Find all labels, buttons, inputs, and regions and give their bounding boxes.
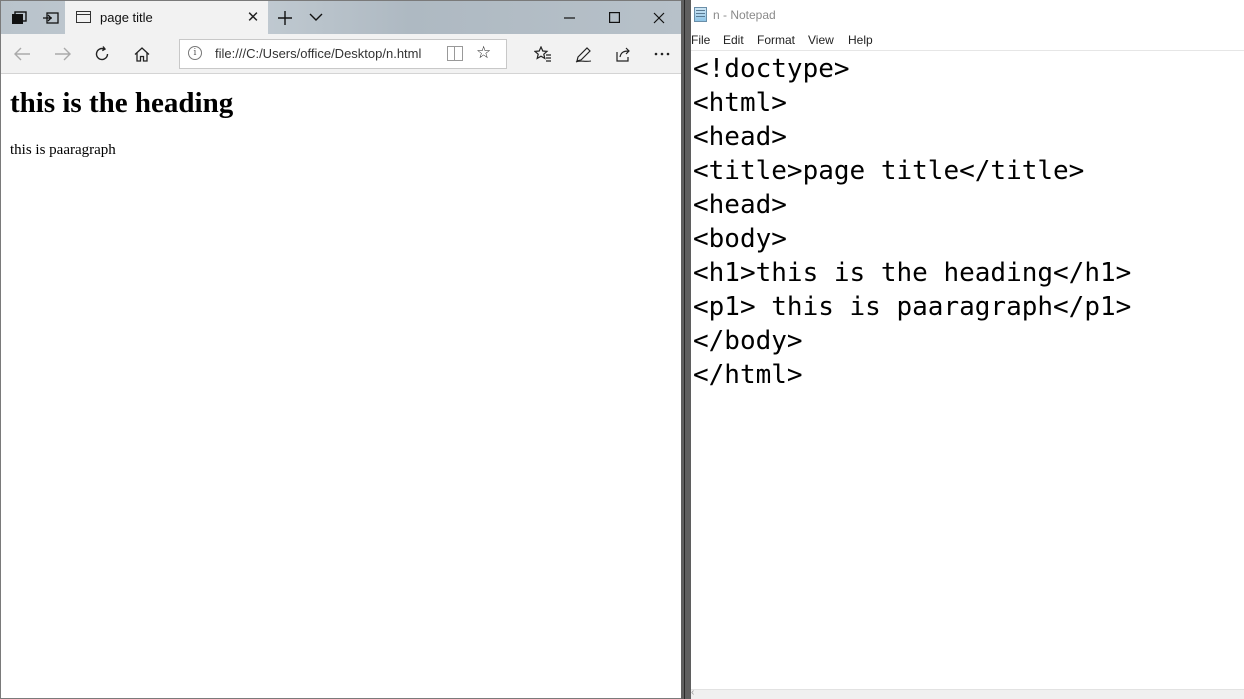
page-viewport: this is the heading this is paaragraph (1, 75, 681, 698)
page-paragraph: this is paaragraph (10, 142, 116, 158)
address-url[interactable]: file:///C:/Users/office/Desktop/n.html (215, 46, 421, 61)
editor-line: <h1>this is the heading</h1> (693, 258, 1132, 288)
tab-page-title[interactable]: page title ✕ (65, 1, 268, 34)
notepad-editor[interactable]: <!doctype> <html> <head> <title>page tit… (691, 52, 1244, 689)
home-icon[interactable] (126, 39, 158, 69)
star-icon[interactable]: ☆ (476, 43, 491, 63)
horizontal-scrollbar[interactable]: ‹ (691, 687, 1244, 699)
editor-line: <title>page title</title> (693, 156, 1085, 186)
menu-format[interactable]: Format (757, 31, 795, 47)
browser-window: page title ✕ i file:///C:/Users/office/D… (0, 0, 681, 699)
editor-line: </body> (693, 326, 803, 356)
editor-line: <head> (693, 122, 787, 152)
notepad-title-bar: n - Notepad (691, 0, 1244, 31)
menu-file[interactable]: File (691, 31, 710, 47)
notepad-menu-bar: File Edit Format View Help (691, 31, 1244, 51)
arrow-left-icon[interactable] (6, 39, 38, 69)
notepad-title: n - Notepad (713, 8, 776, 22)
notepad-icon (694, 7, 707, 22)
editor-line: <body> (693, 224, 787, 254)
address-bar[interactable]: i file:///C:/Users/office/Desktop/n.html… (179, 39, 507, 69)
editor-line: <!doctype> (693, 54, 850, 84)
notepad-window: n - Notepad File Edit Format View Help <… (691, 0, 1244, 699)
refresh-icon[interactable] (86, 39, 118, 69)
close-window-icon[interactable] (636, 1, 681, 34)
editor-line: <head> (693, 190, 787, 220)
tab-title: page title (100, 10, 153, 25)
navigation-bar: i file:///C:/Users/office/Desktop/n.html… (1, 34, 681, 74)
menu-view[interactable]: View (808, 31, 834, 47)
page-icon (76, 11, 91, 23)
close-icon[interactable]: ✕ (243, 7, 263, 27)
menu-edit[interactable]: Edit (723, 31, 744, 47)
editor-line: <p1> this is paaragraph</p1> (693, 292, 1132, 322)
book-icon[interactable] (447, 46, 463, 61)
more-icon[interactable] (646, 39, 678, 69)
share-icon[interactable] (606, 39, 638, 69)
menu-help[interactable]: Help (848, 31, 873, 47)
maximize-icon[interactable] (591, 1, 637, 34)
minimize-icon[interactable] (546, 1, 592, 34)
editor-line: <html> (693, 88, 787, 118)
tab-bar: page title ✕ (1, 1, 681, 34)
pen-icon[interactable] (567, 39, 599, 69)
editor-line: </html> (693, 360, 803, 390)
arrow-right-icon[interactable] (46, 39, 78, 69)
info-icon[interactable]: i (188, 46, 202, 60)
set-aside-tabs-icon[interactable] (34, 1, 66, 34)
desktop: page title ✕ i file:///C:/Users/office/D… (0, 0, 1244, 699)
window-divider[interactable] (681, 0, 691, 699)
plus-icon[interactable] (269, 1, 301, 34)
chevron-left-icon[interactable]: ‹ (691, 687, 694, 698)
tab-list-icon[interactable] (3, 1, 35, 34)
chevron-down-icon[interactable] (300, 1, 332, 34)
page-heading: this is the heading (10, 87, 234, 119)
favorites-list-icon[interactable] (527, 39, 559, 69)
